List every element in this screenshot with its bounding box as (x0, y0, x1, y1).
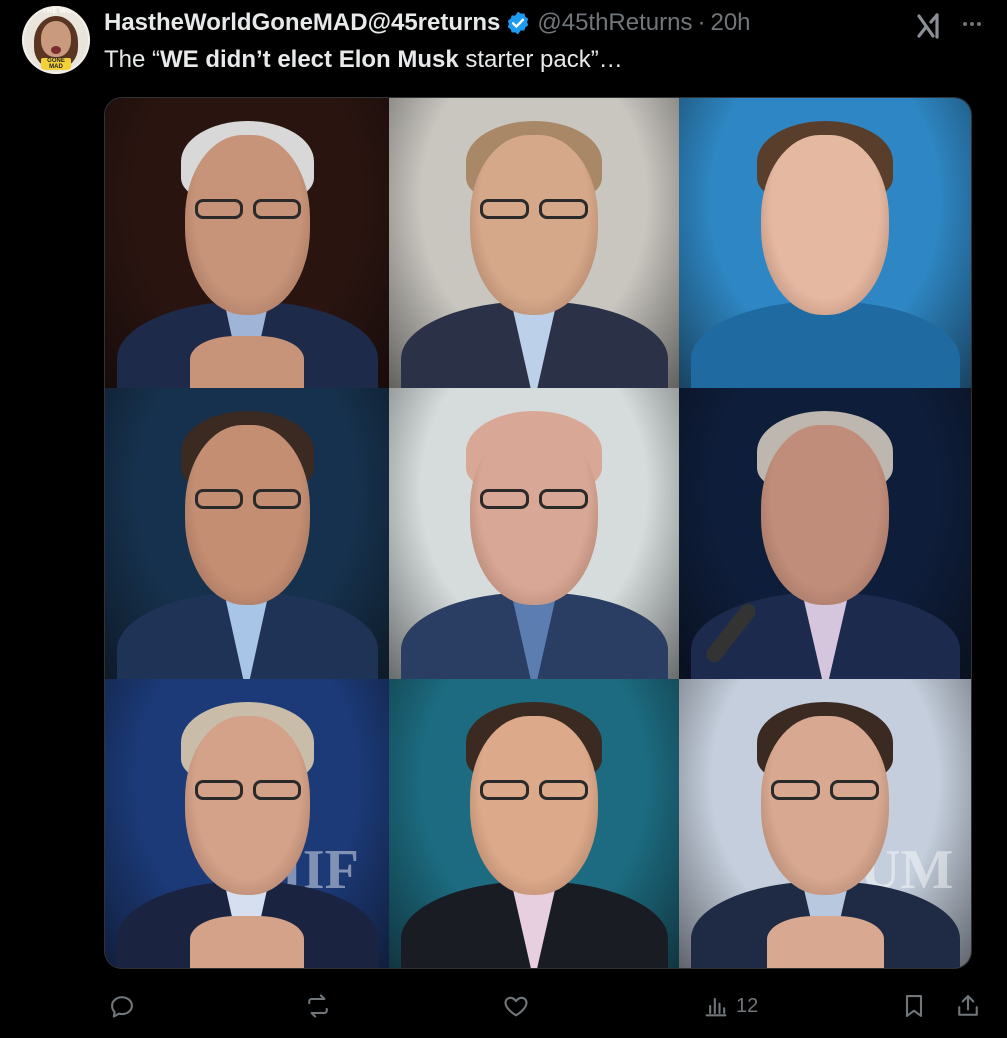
portrait-hands (190, 336, 304, 388)
author-name[interactable]: HastheWorldGoneMAD@45returns (104, 9, 500, 37)
portrait-face (761, 425, 889, 605)
glasses-right (539, 489, 588, 509)
glasses-right (539, 199, 588, 219)
post-text: The “WE didn’t elect Elon Musk starter p… (104, 44, 623, 76)
post-text-open: The “ (104, 46, 161, 73)
bookmark-icon (905, 995, 923, 1017)
portrait-photo[interactable] (679, 98, 971, 388)
glasses-right (253, 780, 301, 800)
grok-icon[interactable] (915, 12, 945, 40)
repost-button[interactable] (304, 988, 338, 1024)
post-text-bold: WE didn’t elect Elon Musk (160, 46, 459, 73)
author-handle[interactable]: @45thReturns (537, 9, 692, 37)
portrait-face (761, 716, 889, 895)
glasses-right (253, 489, 301, 509)
views-count: 12 (736, 994, 759, 1017)
portrait-face (470, 135, 598, 315)
portrait-face (470, 425, 598, 605)
portrait-face (470, 716, 598, 895)
bookmark-button[interactable] (900, 988, 928, 1024)
post-text-rest: starter pack”… (458, 46, 623, 73)
glasses-left (195, 199, 243, 219)
glasses-right (253, 199, 301, 219)
share-icon (958, 995, 978, 1016)
repost-icon (308, 994, 328, 1018)
heart-icon (504, 996, 528, 1017)
reply-icon (111, 996, 133, 1018)
glasses-left (771, 780, 820, 800)
like-button[interactable] (502, 988, 536, 1024)
portrait-photo[interactable] (105, 98, 389, 388)
post-header: HastheWorldGoneMAD@45returns @45thReturn… (104, 7, 987, 39)
glasses-left (195, 489, 243, 509)
glasses-left (480, 489, 529, 509)
portrait-hands (190, 916, 304, 968)
glasses-right (830, 780, 879, 800)
post-media-grid[interactable]: IIF UM (104, 97, 972, 969)
portrait-face (761, 135, 889, 315)
verified-badge-icon (508, 11, 529, 35)
reply-button[interactable] (108, 988, 142, 1024)
glasses-left (480, 199, 529, 219)
more-options-icon[interactable] (957, 11, 987, 37)
portrait-face (185, 135, 310, 315)
author-avatar[interactable]: HAS THE WORLD GONE MAD (22, 6, 90, 74)
portrait-hands (767, 916, 884, 968)
glasses-left (195, 780, 243, 800)
glasses-left (480, 780, 529, 800)
glasses-right (539, 780, 588, 800)
portrait-photo[interactable]: UM (679, 679, 971, 968)
avatar-ring (22, 6, 90, 74)
portrait-photo[interactable] (389, 679, 679, 968)
post-timestamp[interactable]: 20h (710, 9, 750, 37)
views-chart-icon (705, 997, 727, 1017)
views-button[interactable]: 12 (702, 988, 758, 1024)
portrait-photo[interactable] (679, 388, 971, 679)
share-button[interactable] (954, 988, 982, 1024)
portrait-photo[interactable] (105, 388, 389, 679)
portrait-photo[interactable] (389, 388, 679, 679)
portrait-photo[interactable] (389, 98, 679, 388)
portrait-photo[interactable]: IIF (105, 679, 389, 968)
portrait-face (185, 716, 310, 895)
post-actions-bar: 12 (104, 988, 987, 1024)
separator-dot: · (697, 9, 706, 36)
portrait-face (185, 425, 310, 605)
